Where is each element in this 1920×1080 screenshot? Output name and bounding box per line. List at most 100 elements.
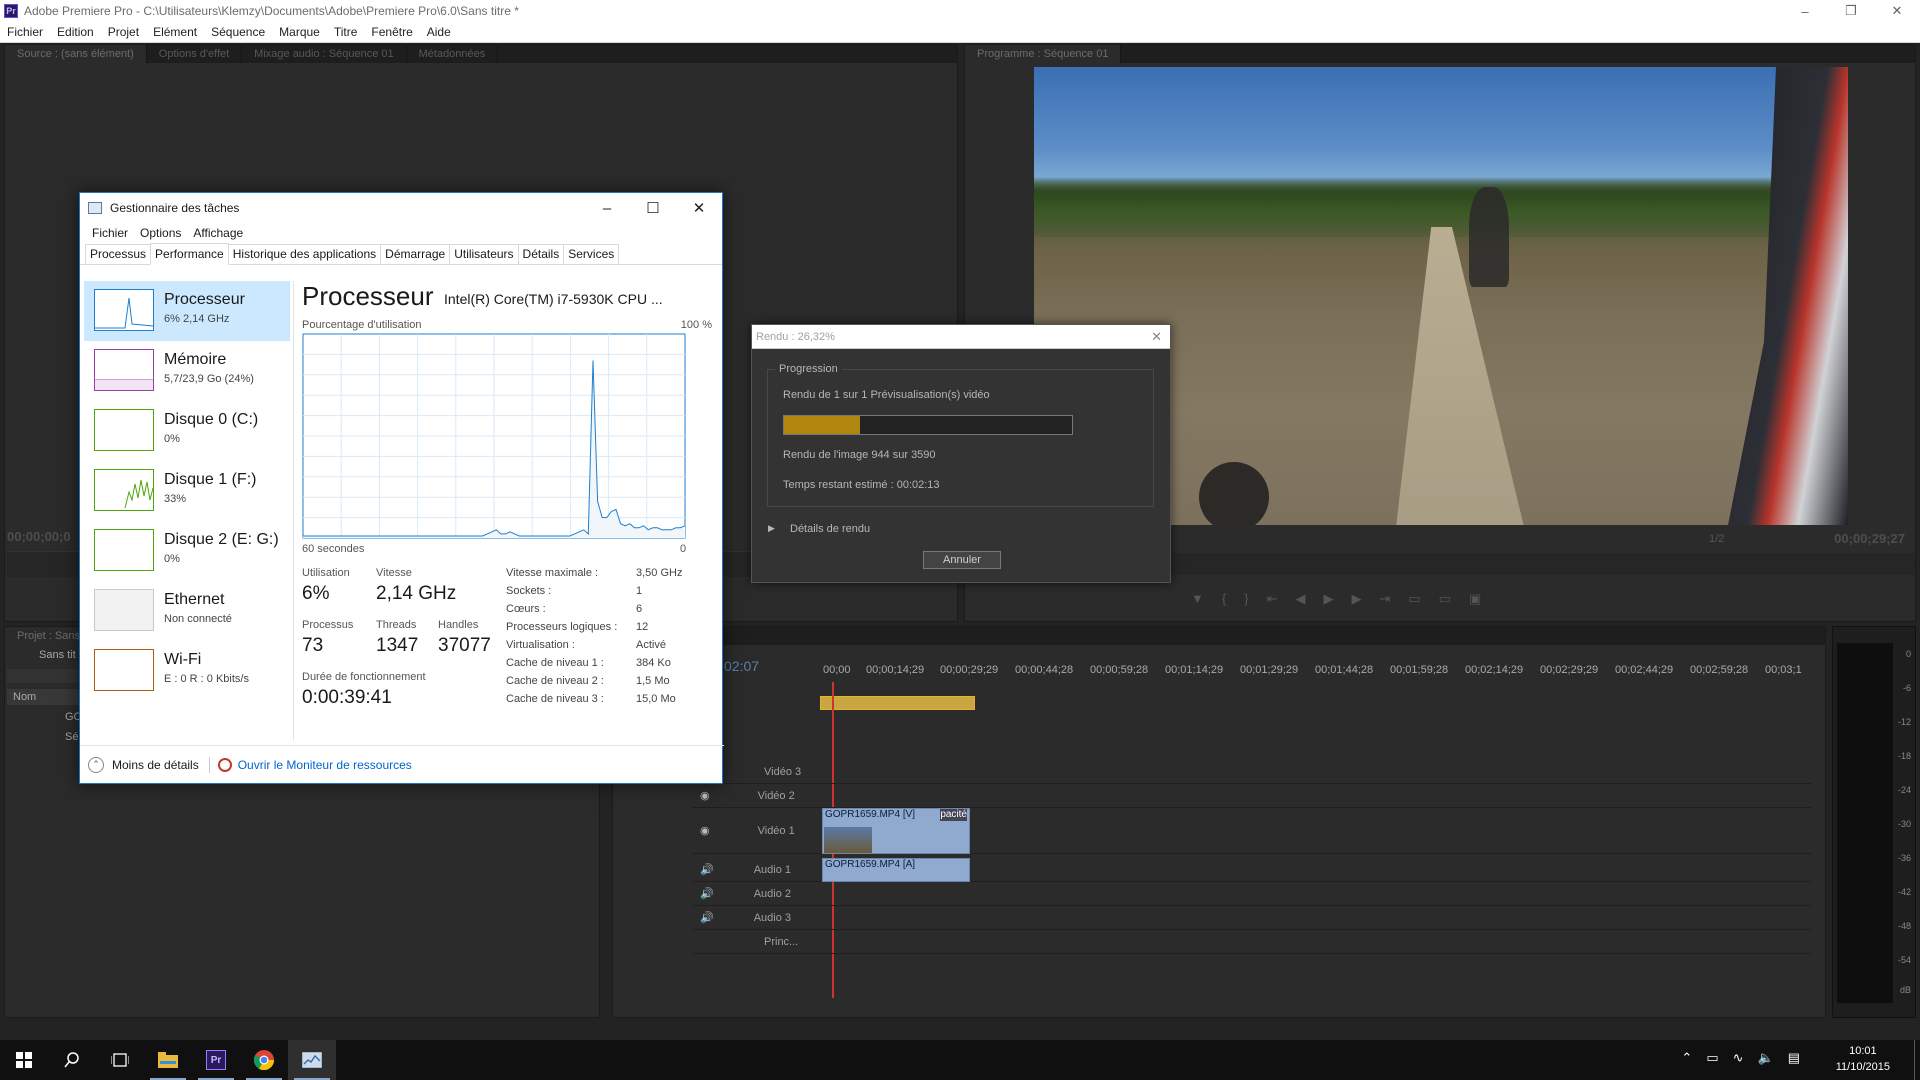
project-name: Sans tit: [39, 649, 76, 661]
zoom-select[interactable]: 1/2: [1709, 533, 1724, 545]
play-icon[interactable]: ▶: [1323, 591, 1333, 607]
go-to-out-icon[interactable]: ⇥: [1379, 591, 1390, 607]
minimize-icon[interactable]: –: [1782, 0, 1828, 22]
resource-disk0[interactable]: Disque 0 (C:) 0%: [84, 401, 290, 461]
menu-titre[interactable]: Titre: [327, 25, 365, 39]
task-view-icon[interactable]: [96, 1040, 144, 1080]
menu-fenetre[interactable]: Fenêtre: [364, 25, 419, 39]
show-hidden-icons-icon[interactable]: ⌃: [1681, 1050, 1692, 1066]
expand-triangle-icon[interactable]: ▶: [768, 523, 775, 534]
cancel-button[interactable]: Annuler: [923, 551, 1001, 569]
resource-monitor-link[interactable]: Ouvrir le Moniteur de ressources: [238, 758, 412, 772]
close-icon[interactable]: ✕: [1874, 0, 1920, 22]
marker-icon[interactable]: ▼: [1191, 591, 1204, 607]
resource-disk2[interactable]: Disque 2 (E: G:) 0%: [84, 521, 290, 581]
menu-marque[interactable]: Marque: [272, 25, 327, 39]
cpu-title: Processeur: [302, 281, 434, 311]
tab-details[interactable]: Détails: [517, 244, 565, 264]
menu-options[interactable]: Options: [134, 226, 187, 240]
timeline-ruler[interactable]: 00;00 00;00;14;29 00;00;29;29 00;00;44;2…: [823, 664, 1813, 684]
windows-start-icon[interactable]: [0, 1040, 48, 1080]
tab-audio-mixer[interactable]: Mixage audio : Séquence 01: [242, 45, 407, 63]
resource-memory[interactable]: Mémoire 5,7/23,9 Go (24%): [84, 341, 290, 401]
extract-icon[interactable]: ▭: [1439, 591, 1451, 607]
tab-program[interactable]: Programme : Séquence 01: [965, 45, 1122, 63]
tab-historique[interactable]: Historique des applications: [227, 244, 382, 264]
meter-label: -54: [1897, 955, 1911, 965]
volume-icon[interactable]: 🔈: [1758, 1050, 1774, 1066]
ruler-tick: 00;01;29;29: [1240, 664, 1299, 676]
wifi-icon[interactable]: ∿: [1733, 1050, 1744, 1066]
eye-icon[interactable]: ◉: [700, 824, 710, 837]
meter-label: -18: [1897, 751, 1911, 761]
meter-label: dB: [1899, 985, 1911, 995]
menu-projet[interactable]: Projet: [101, 25, 146, 39]
go-to-in-icon[interactable]: ⇤: [1267, 591, 1278, 607]
close-icon[interactable]: ✕: [1151, 329, 1162, 345]
export-frame-icon[interactable]: ▣: [1469, 591, 1481, 607]
ruler-tick: 00;01;44;28: [1315, 664, 1374, 676]
close-icon[interactable]: ✕: [676, 193, 722, 223]
restore-icon[interactable]: ❐: [1828, 0, 1874, 22]
opacity-dropdown[interactable]: pacité: [940, 809, 967, 821]
menu-fichier[interactable]: Fichier: [86, 226, 134, 240]
premiere-taskbar-icon[interactable]: Pr: [192, 1040, 240, 1080]
graph-xmin: 0: [680, 543, 687, 555]
search-icon[interactable]: [48, 1040, 96, 1080]
less-details-link[interactable]: Moins de détails: [112, 758, 199, 772]
action-center-icon[interactable]: ▤: [1788, 1050, 1800, 1066]
step-forward-icon[interactable]: ▶: [1351, 591, 1361, 607]
chevron-up-icon[interactable]: ⌃: [88, 756, 104, 773]
detail-value: 1,5 Mo: [636, 675, 670, 687]
menu-fichier[interactable]: Fichier: [0, 25, 50, 39]
tab-metadata[interactable]: Métadonnées: [407, 45, 499, 63]
task-manager-taskbar-icon[interactable]: [288, 1040, 336, 1080]
render-dialog: Rendu : 26,32% ✕ Progression Rendu de 1 …: [751, 324, 1171, 583]
resource-cpu[interactable]: Processeur 6% 2,14 GHz: [84, 281, 290, 341]
tab-demarrage[interactable]: Démarrage: [380, 244, 451, 264]
chrome-icon[interactable]: [240, 1040, 288, 1080]
maximize-icon[interactable]: ☐: [630, 193, 676, 223]
clock[interactable]: 10:01 11/10/2015: [1836, 1043, 1890, 1075]
detail-key: Vitesse maximale :: [506, 567, 599, 579]
video-clip[interactable]: GOPR1659.MP4 [V] pacité: [822, 808, 970, 854]
tab-performance[interactable]: Performance: [150, 243, 229, 265]
render-progress-bar: [783, 415, 1073, 435]
show-desktop-button[interactable]: [1914, 1040, 1920, 1080]
resource-ethernet[interactable]: Ethernet Non connecté: [84, 581, 290, 641]
resource-disk1[interactable]: Disque 1 (F:) 33%: [84, 461, 290, 521]
tablet-icon[interactable]: ▭: [1706, 1050, 1718, 1066]
tab-services[interactable]: Services: [563, 244, 620, 264]
menu-affichage[interactable]: Affichage: [187, 226, 249, 240]
mark-in-icon[interactable]: {: [1222, 591, 1226, 607]
proc-label: Processus: [302, 619, 354, 631]
render-details-toggle[interactable]: Détails de rendu: [790, 523, 870, 535]
motorcycle-rider: [1469, 187, 1509, 287]
menu-aide[interactable]: Aide: [420, 25, 458, 39]
render-line-3: Temps restant estimé : 00:02:13: [783, 479, 940, 491]
tab-processus[interactable]: Processus: [85, 244, 152, 264]
menu-edition[interactable]: Edition: [50, 25, 101, 39]
tab-utilisateurs[interactable]: Utilisateurs: [449, 244, 519, 264]
minimize-icon[interactable]: –: [584, 193, 630, 223]
lift-icon[interactable]: ▭: [1408, 591, 1420, 607]
tab-source[interactable]: Source : (sans élément): [5, 45, 147, 63]
step-back-icon[interactable]: ◀: [1295, 591, 1305, 607]
tab-effect-options[interactable]: Options d'effet: [147, 45, 243, 63]
file-explorer-icon[interactable]: [144, 1040, 192, 1080]
eye-icon[interactable]: ◉: [700, 789, 710, 802]
mark-out-icon[interactable]: }: [1244, 591, 1248, 607]
resource-wifi[interactable]: Wi-Fi E : 0 R : 0 Kbits/s: [84, 641, 290, 701]
premiere-menu-bar: Fichier Edition Projet Elément Séquence …: [0, 22, 1920, 43]
util-value: 6%: [302, 583, 330, 604]
audio-clip[interactable]: GOPR1659.MP4 [A]: [822, 858, 970, 882]
speaker-icon[interactable]: 🔊: [700, 911, 714, 924]
speaker-icon[interactable]: 🔊: [700, 863, 714, 876]
track-video-3: Vidéo 3: [692, 760, 1812, 784]
work-area-bar[interactable]: [820, 696, 975, 710]
task-manager-title-bar: Gestionnaire des tâches – ☐ ✕: [80, 193, 722, 223]
speaker-icon[interactable]: 🔊: [700, 887, 714, 900]
track-audio-2: 🔊 Audio 2: [692, 882, 1812, 906]
menu-sequence[interactable]: Séquence: [204, 25, 272, 39]
menu-element[interactable]: Elément: [146, 25, 204, 39]
